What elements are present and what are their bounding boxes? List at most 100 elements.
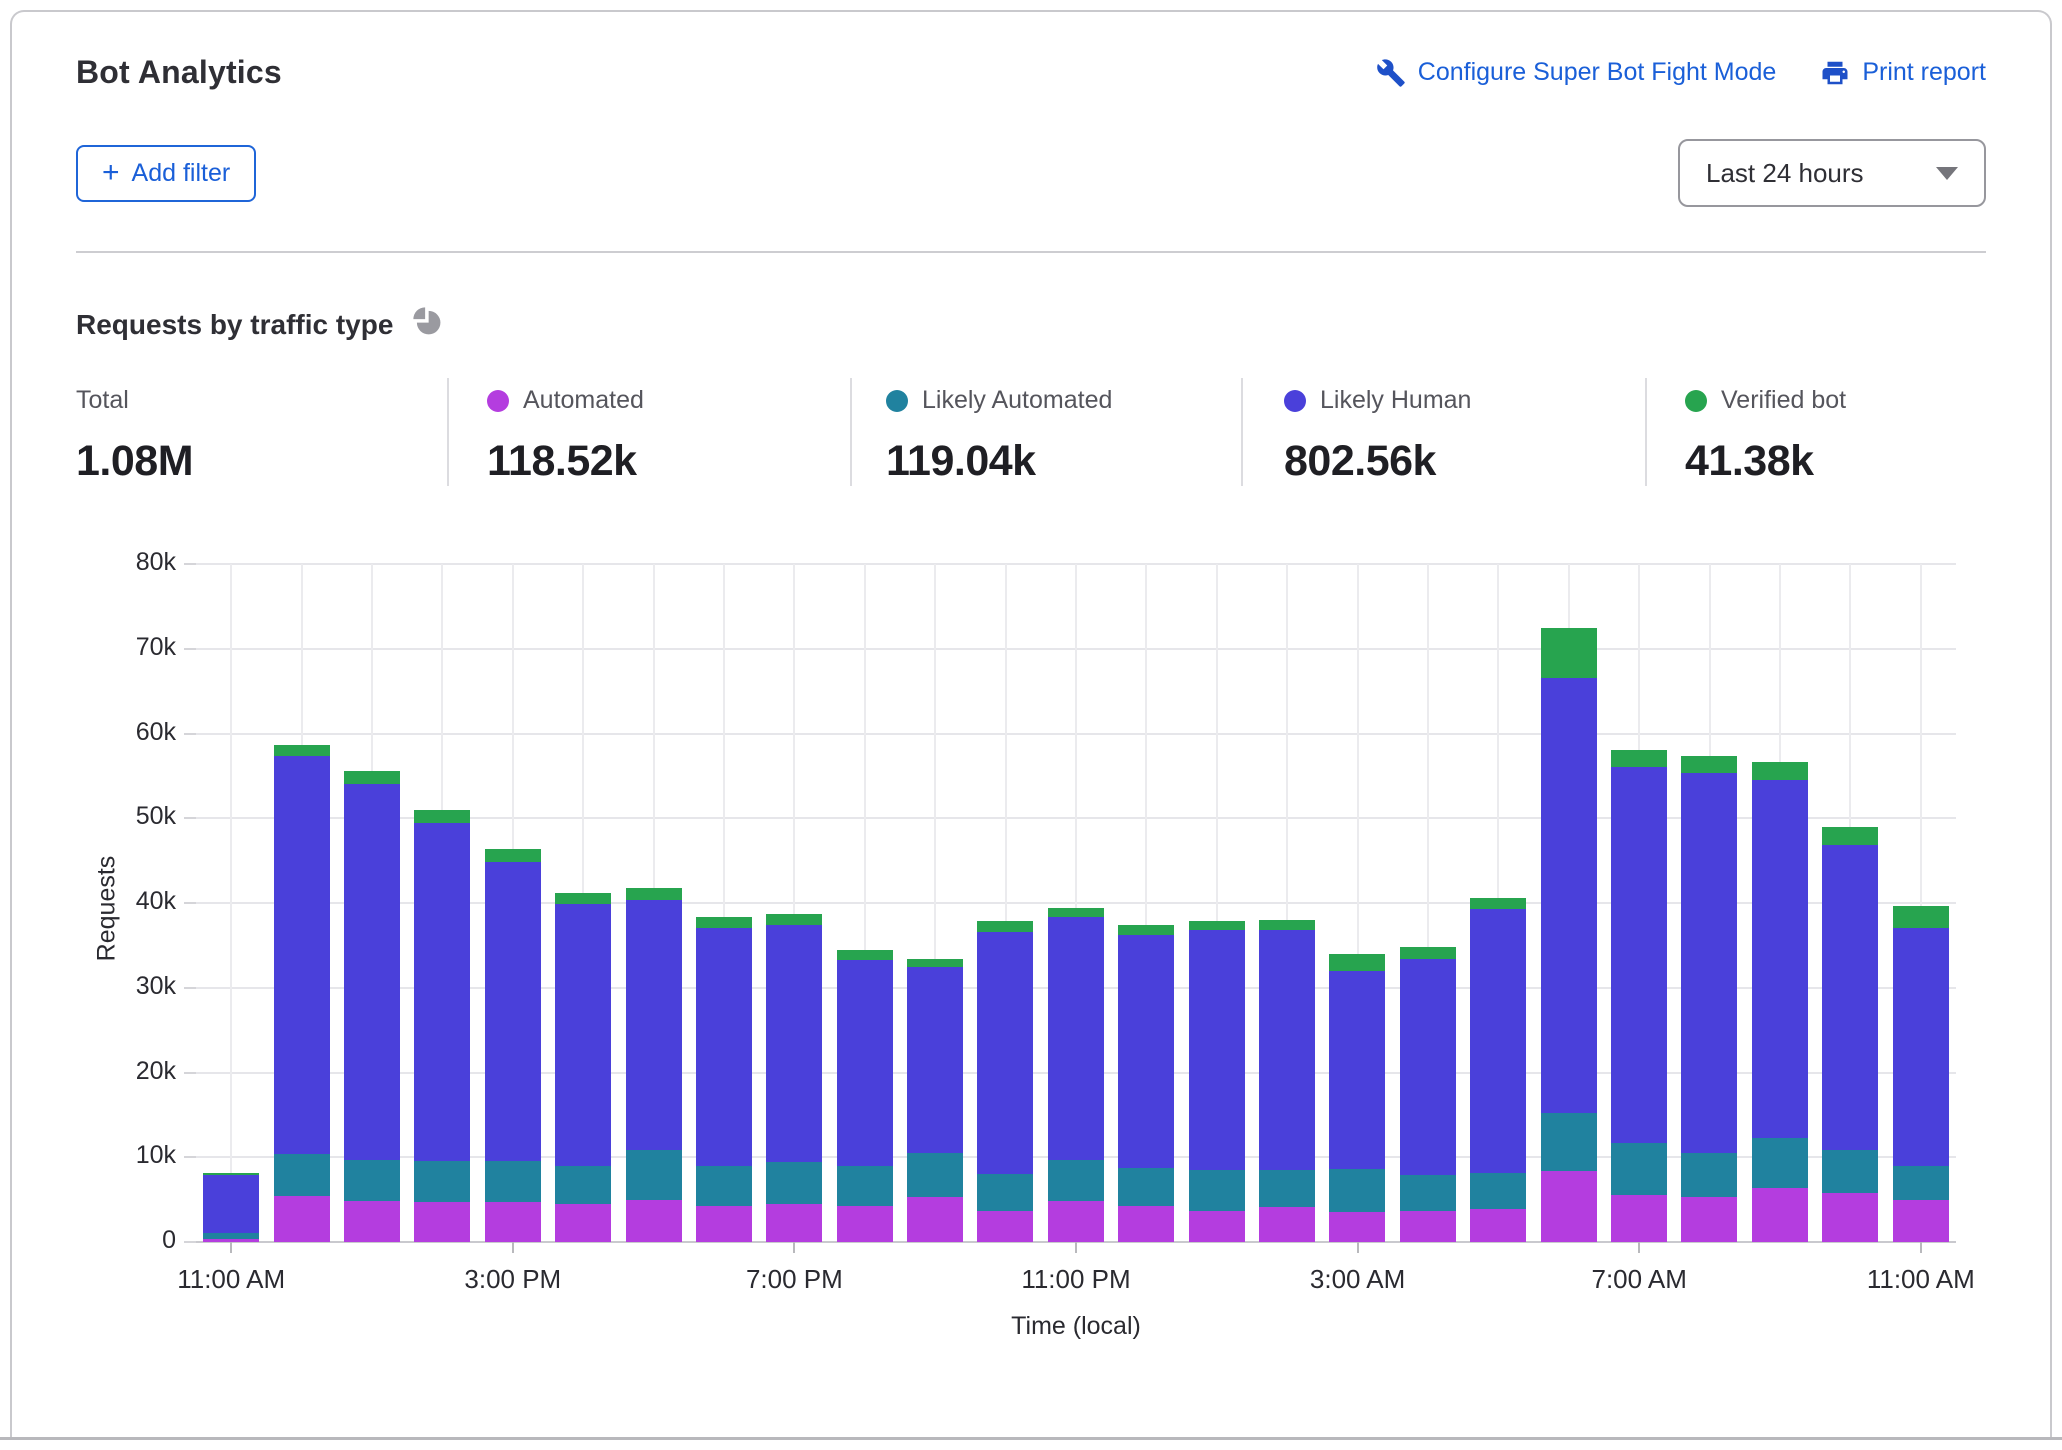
stats-row: Total 1.08M Automated 118.52k Likely Aut… bbox=[76, 378, 1986, 486]
segment-automated bbox=[1047, 1201, 1104, 1242]
stat-value: 41.38k bbox=[1685, 437, 1814, 485]
bar-10-00-am[interactable] bbox=[1815, 564, 1885, 1242]
y-axis-tick bbox=[184, 817, 196, 820]
bar-12-00-am[interactable] bbox=[1111, 564, 1181, 1242]
bar-4-00-pm[interactable] bbox=[548, 564, 618, 1242]
stat-label: Likely Automated bbox=[922, 386, 1113, 414]
segment-verified-bot bbox=[1399, 947, 1456, 959]
segment-likely-automated bbox=[1047, 1159, 1104, 1202]
bar-6-00-pm[interactable] bbox=[689, 564, 759, 1242]
segment-automated bbox=[1399, 1210, 1456, 1242]
print-link-label: Print report bbox=[1862, 58, 1986, 86]
print-report-link[interactable]: Print report bbox=[1820, 58, 1986, 88]
segment-likely-automated bbox=[625, 1150, 682, 1201]
segment-likely-automated bbox=[977, 1174, 1034, 1211]
y-axis-label: 40k bbox=[135, 887, 176, 915]
x-axis-label: 11:00 AM bbox=[177, 1264, 286, 1294]
segment-likely-human bbox=[1047, 917, 1104, 1160]
bar-9-00-am[interactable] bbox=[1745, 564, 1815, 1242]
time-range-select[interactable]: Last 24 hours bbox=[1678, 139, 1986, 207]
stat-value: 119.04k bbox=[886, 437, 1036, 485]
y-axis-tick bbox=[184, 902, 196, 904]
y-axis-label: 70k bbox=[135, 632, 176, 661]
bar-8-00-pm[interactable] bbox=[830, 564, 900, 1242]
segment-likely-automated bbox=[836, 1165, 893, 1207]
x-axis-tick bbox=[793, 1242, 796, 1253]
bar-7-00-am[interactable] bbox=[1604, 564, 1674, 1242]
segment-likely-automated bbox=[1399, 1175, 1456, 1211]
y-axis-tick bbox=[184, 1156, 196, 1159]
bar-1-00-pm[interactable] bbox=[337, 564, 407, 1242]
segment-likely-human bbox=[1470, 908, 1527, 1173]
bar-4-00-am[interactable] bbox=[1393, 564, 1463, 1242]
add-filter-button[interactable]: + Add filter bbox=[76, 144, 257, 202]
bar-2-00-pm[interactable] bbox=[407, 564, 477, 1242]
segment-likely-human bbox=[1188, 930, 1245, 1170]
segment-likely-human bbox=[1611, 766, 1667, 1143]
bar-11-00-am[interactable] bbox=[196, 564, 266, 1242]
segment-likely-human bbox=[273, 756, 330, 1154]
bar-5-00-am[interactable] bbox=[1463, 564, 1533, 1242]
y-axis-tick bbox=[184, 1241, 196, 1243]
bar-2-00-am[interactable] bbox=[1252, 564, 1322, 1242]
header-divider bbox=[76, 251, 1986, 253]
stat-likely-human: Likely Human 802.56k bbox=[1241, 378, 1645, 486]
segment-verified-bot bbox=[766, 914, 823, 926]
page-title: Bot Analytics bbox=[76, 54, 282, 90]
time-range-value: Last 24 hours bbox=[1706, 157, 1864, 188]
bar-12-00-pm[interactable] bbox=[266, 564, 336, 1242]
y-axis-label: 20k bbox=[135, 1056, 176, 1085]
bar-1-00-am[interactable] bbox=[1181, 564, 1251, 1242]
chevron-down-icon bbox=[1936, 166, 1958, 180]
y-axis-tick bbox=[184, 563, 196, 565]
stat-dot bbox=[1685, 389, 1707, 412]
bar-6-00-am[interactable] bbox=[1533, 564, 1603, 1242]
bar-8-00-am[interactable] bbox=[1674, 564, 1744, 1242]
bar-11-00-am[interactable] bbox=[1885, 564, 1955, 1242]
x-axis-tick bbox=[1919, 1242, 1922, 1253]
segment-verified-bot bbox=[1188, 920, 1245, 931]
y-axis-tick bbox=[184, 986, 196, 989]
stat-verified-bot: Verified bot 41.38k bbox=[1645, 378, 1985, 486]
configure-super-bot-fight-mode-link[interactable]: Configure Super Bot Fight Mode bbox=[1376, 58, 1776, 88]
bar-9-00-pm[interactable] bbox=[900, 564, 970, 1242]
segment-likely-automated bbox=[273, 1153, 330, 1197]
segment-verified-bot bbox=[555, 892, 612, 904]
segment-likely-automated bbox=[1470, 1172, 1527, 1209]
segment-automated bbox=[1892, 1199, 1949, 1242]
bar-3-00-am[interactable] bbox=[1322, 564, 1392, 1242]
segment-verified-bot bbox=[1681, 755, 1738, 774]
segment-likely-human bbox=[203, 1175, 260, 1233]
segment-automated bbox=[625, 1200, 682, 1242]
segment-automated bbox=[1259, 1207, 1316, 1242]
segment-likely-automated bbox=[695, 1165, 752, 1206]
y-axis-label: 60k bbox=[135, 717, 176, 746]
bar-7-00-pm[interactable] bbox=[759, 564, 829, 1242]
bar-11-00-pm[interactable] bbox=[1041, 564, 1111, 1242]
requests-chart: Requests Time (local) 0 10k 20k 30k 40k 50k 60… bbox=[76, 548, 1986, 1344]
segment-verified-bot bbox=[1470, 897, 1527, 909]
y-axis-tick bbox=[184, 647, 196, 650]
stat-label: Automated bbox=[523, 386, 644, 414]
bar-5-00-pm[interactable] bbox=[618, 564, 688, 1242]
segment-likely-automated bbox=[1751, 1137, 1808, 1188]
segment-automated bbox=[484, 1202, 541, 1242]
pie-chart-icon bbox=[411, 305, 445, 344]
bar-3-00-pm[interactable] bbox=[478, 564, 548, 1242]
segment-verified-bot bbox=[1259, 920, 1316, 931]
plus-icon: + bbox=[102, 156, 120, 189]
segment-automated bbox=[1188, 1210, 1245, 1242]
segment-likely-automated bbox=[1540, 1113, 1597, 1171]
segment-automated bbox=[836, 1206, 893, 1242]
y-axis-label: 10k bbox=[135, 1141, 176, 1170]
y-axis-tick bbox=[184, 732, 196, 735]
bar-10-00-pm[interactable] bbox=[970, 564, 1040, 1242]
segment-automated bbox=[1822, 1192, 1879, 1242]
stat-value: 1.08M bbox=[76, 437, 194, 485]
segment-likely-human bbox=[1399, 958, 1456, 1176]
segment-verified-bot bbox=[836, 949, 893, 960]
segment-likely-automated bbox=[1188, 1169, 1245, 1211]
x-axis-label: 11:00 PM bbox=[1021, 1264, 1131, 1294]
segment-automated bbox=[343, 1201, 400, 1242]
segment-automated bbox=[1681, 1197, 1738, 1242]
